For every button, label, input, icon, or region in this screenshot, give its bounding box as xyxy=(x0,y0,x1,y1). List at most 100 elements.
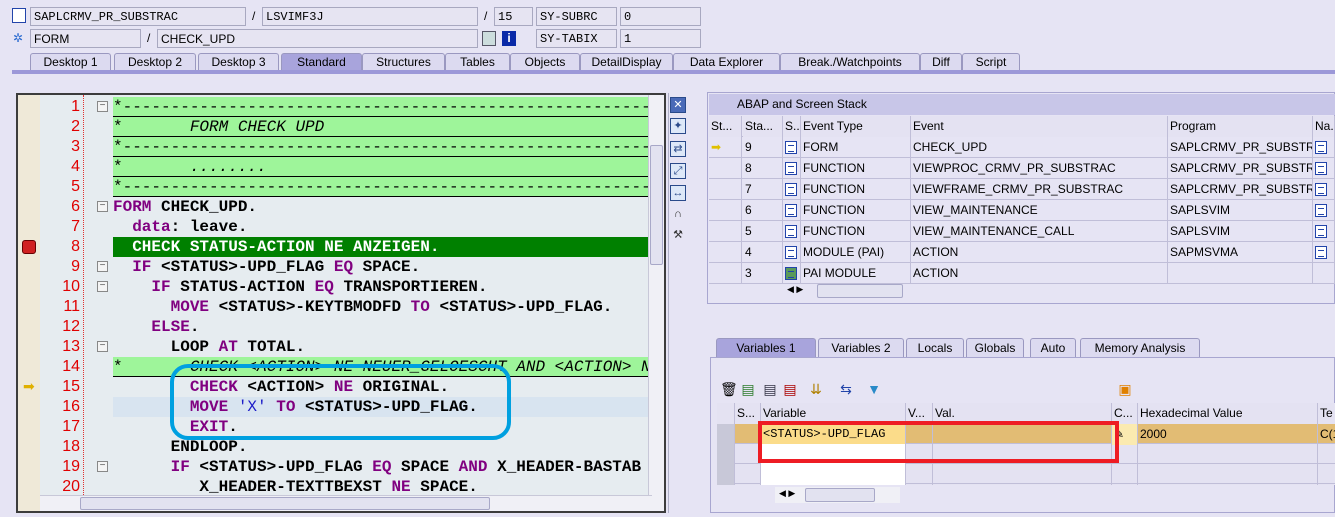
merge-icon[interactable]: ⇊ xyxy=(808,381,824,397)
tab-variables-1[interactable]: Variables 1 xyxy=(716,338,816,357)
code-line[interactable]: 10 − IF STATUS-ACTION EQ TRANSPORTIEREN. xyxy=(18,277,652,297)
tools-icon[interactable]: ⚒ xyxy=(670,228,686,244)
column-header[interactable]: Sta... xyxy=(743,116,783,137)
navigate-source-icon[interactable] xyxy=(1315,162,1327,176)
import-icon[interactable]: ▤ xyxy=(740,381,756,397)
info-icon[interactable]: i xyxy=(502,31,516,46)
stack-row[interactable]: 4 MODULE (PAI) ACTION SAPMSVMA xyxy=(709,242,1335,263)
variable-cell[interactable] xyxy=(933,464,1112,485)
navigate-source-icon[interactable] xyxy=(1315,225,1327,239)
fold-toggle-icon[interactable]: − xyxy=(97,101,108,112)
variable-cell[interactable] xyxy=(1138,444,1318,465)
tab-desktop-3[interactable]: Desktop 3 xyxy=(198,53,279,70)
delete-icon[interactable]: 🗑 xyxy=(720,381,738,397)
code-line[interactable]: 12 ELSE. xyxy=(18,317,652,337)
variable-cell[interactable]: 2000 xyxy=(1138,424,1318,445)
tab-break-watchpoints[interactable]: Break./Watchpoints xyxy=(780,53,920,70)
headset-icon[interactable]: ∩ xyxy=(670,207,686,223)
fold-toggle-icon[interactable]: − xyxy=(97,201,108,212)
close-icon[interactable]: ✕ xyxy=(670,97,686,113)
fold-toggle-icon[interactable]: − xyxy=(97,261,108,272)
fold-toggle-icon[interactable]: − xyxy=(97,341,108,352)
stack-row[interactable]: ➡ 9 FORM CHECK_UPD SAPLCRMV_PR_SUBSTR... xyxy=(709,137,1335,158)
code-line[interactable]: 18 ENDLOOP. xyxy=(18,437,652,457)
breakpoint-icon[interactable] xyxy=(22,240,36,254)
tab-structures[interactable]: Structures xyxy=(362,53,445,70)
tab-desktop-2[interactable]: Desktop 2 xyxy=(114,53,196,70)
tab-memory-analysis[interactable]: Memory Analysis xyxy=(1080,338,1200,357)
tab-diff[interactable]: Diff xyxy=(920,53,962,70)
code-line[interactable]: 4 * ........ xyxy=(18,157,652,177)
row-selector[interactable] xyxy=(717,444,735,465)
tab-standard[interactable]: Standard xyxy=(281,53,362,70)
program-field[interactable]: SAPLCRMV_PR_SUBSTRAC xyxy=(30,7,246,26)
code-line[interactable]: 3 *--------------------------------------… xyxy=(18,137,652,157)
include-field[interactable]: LSVIMF3J xyxy=(262,7,478,26)
code-line[interactable]: 2 * FORM CHECK UPD xyxy=(18,117,652,137)
variable-cell[interactable] xyxy=(735,464,761,485)
stack-row[interactable]: 5 FUNCTION VIEW_MAINTENANCE_CALL SAPLSVIM xyxy=(709,221,1335,242)
sy-tabix-value[interactable]: 1 xyxy=(620,29,701,48)
delete-all-icon[interactable]: ▤ xyxy=(782,381,798,397)
variable-cell[interactable] xyxy=(1112,464,1138,485)
variable-cell[interactable]: C(1) xyxy=(1318,424,1335,445)
column-header[interactable]: S.. xyxy=(783,116,801,137)
fold-toggle-icon[interactable]: − xyxy=(97,461,108,472)
event-field[interactable]: CHECK_UPD xyxy=(157,29,478,48)
new-window-icon[interactable]: ✦ xyxy=(670,118,686,134)
row-selector[interactable] xyxy=(717,464,735,485)
event-type-field[interactable]: FORM xyxy=(30,29,141,48)
column-header[interactable]: Program xyxy=(1168,116,1313,137)
column-header[interactable]: Te xyxy=(1318,403,1335,424)
column-header[interactable]: Na. xyxy=(1313,116,1335,137)
filter-icon[interactable]: ▼ xyxy=(866,381,882,397)
variable-cell[interactable] xyxy=(1318,444,1335,465)
tab-detaildisplay[interactable]: DetailDisplay xyxy=(580,53,673,70)
stack-row[interactable]: 8 FUNCTION VIEWPROC_CRMV_PR_SUBSTRAC SAPLCR… xyxy=(709,158,1335,179)
navigate-source-icon[interactable] xyxy=(1315,183,1327,197)
column-header[interactable]: Event Type xyxy=(801,116,911,137)
tab-locals[interactable]: Locals xyxy=(906,338,964,357)
column-header[interactable]: Hexadecimal Value xyxy=(1138,403,1318,424)
variable-row[interactable] xyxy=(717,464,1335,485)
row-selector[interactable] xyxy=(717,424,735,445)
export-icon[interactable]: ▤ xyxy=(762,381,778,397)
swap-icon[interactable]: ⇄ xyxy=(670,141,686,157)
navigate-source-icon[interactable] xyxy=(1315,141,1327,155)
resize-icon[interactable]: ↔ xyxy=(670,185,686,201)
sy-subrc-value[interactable]: 0 xyxy=(620,7,701,26)
maximize-icon[interactable]: ⤢ xyxy=(670,163,686,179)
tab-tables[interactable]: Tables xyxy=(445,53,510,70)
fold-toggle-icon[interactable]: − xyxy=(97,281,108,292)
tab-variables-2[interactable]: Variables 2 xyxy=(818,338,904,357)
code-line[interactable]: 7 data: leave. xyxy=(18,217,652,237)
code-line[interactable]: 11 MOVE <STATUS>-KEYTBMODFD TO <STATUS>-… xyxy=(18,297,652,317)
stack-row[interactable]: 3 PAI MODULE ACTION xyxy=(709,263,1335,284)
code-line[interactable]: 20 X_HEADER-TEXTTBEXST NE SPACE. xyxy=(18,477,652,497)
variable-cell[interactable] xyxy=(761,464,906,485)
tab-data-explorer[interactable]: Data Explorer xyxy=(673,53,780,70)
tab-objects[interactable]: Objects xyxy=(510,53,580,70)
code-line[interactable]: 8 CHECK STATUS-ACTION NE ANZEIGEN. xyxy=(18,237,652,257)
stack-horizontal-scrollbar[interactable]: ◀ ▶ xyxy=(785,283,905,299)
stack-row[interactable]: 7 FUNCTION VIEWFRAME_CRMV_PR_SUBSTRAC SAPLC… xyxy=(709,179,1335,200)
variable-cell[interactable] xyxy=(1138,464,1318,485)
tab-auto[interactable]: Auto xyxy=(1030,338,1076,357)
code-line[interactable]: 19 − IF <STATUS>-UPD_FLAG EQ SPACE AND X_… xyxy=(18,457,652,477)
code-line[interactable]: 5 *--------------------------------------… xyxy=(18,177,652,197)
save-icon[interactable]: ▣ xyxy=(1117,381,1133,397)
column-header[interactable]: Event xyxy=(911,116,1168,137)
tab-desktop-1[interactable]: Desktop 1 xyxy=(30,53,111,70)
code-line[interactable]: 13 − LOOP AT TOTAL. xyxy=(18,337,652,357)
vertical-scrollbar[interactable] xyxy=(648,95,664,511)
variable-cell[interactable] xyxy=(906,464,933,485)
code-line[interactable]: 1 − *-------------------------------------… xyxy=(18,97,652,117)
column-header[interactable]: St... xyxy=(709,116,742,137)
navigate-source-icon[interactable] xyxy=(1315,246,1327,260)
line-field[interactable]: 15 xyxy=(494,7,533,26)
navigate-source-icon[interactable] xyxy=(1315,204,1327,218)
tab-script[interactable]: Script xyxy=(962,53,1020,70)
transfer-icon[interactable]: ⇆ xyxy=(838,381,854,397)
horizontal-scrollbar[interactable] xyxy=(40,495,652,511)
variables-horizontal-scrollbar[interactable]: ◀ ▶ xyxy=(775,487,900,503)
